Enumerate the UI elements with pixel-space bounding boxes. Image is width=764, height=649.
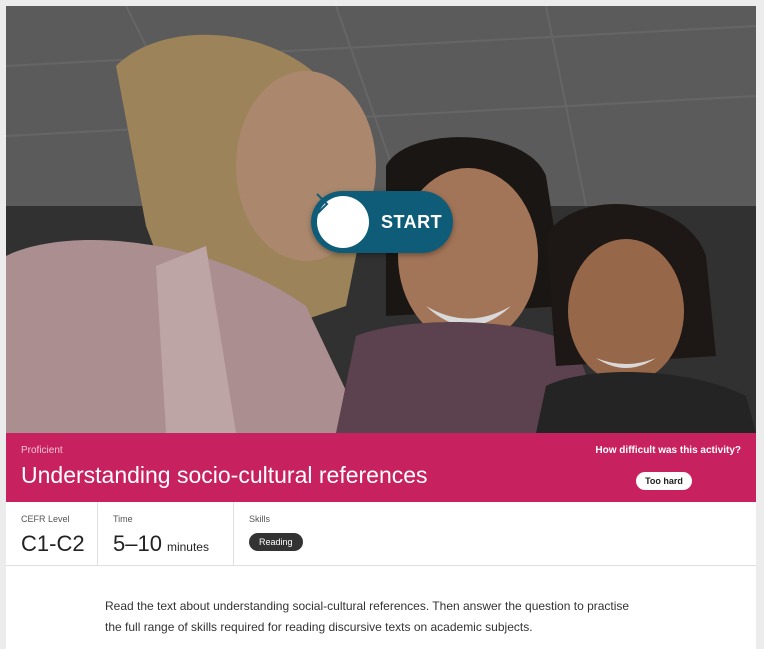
level-label: Proficient	[21, 445, 63, 456]
hero-image: START	[6, 6, 756, 433]
time-label: Time	[113, 514, 133, 524]
skills-label: Skills	[249, 514, 271, 524]
chevron-right-icon	[316, 193, 369, 248]
activity-description: Read the text about understanding social…	[105, 599, 630, 634]
cefr-level-label: CEFR Level	[21, 514, 70, 524]
activity-banner: Proficient Understanding socio-cultural …	[6, 433, 756, 502]
time-value-group: 5–10 minutes	[113, 531, 209, 557]
start-label: START	[381, 211, 443, 232]
time-value: 5–10	[113, 531, 162, 556]
skills-cell: Skills Reading	[234, 502, 755, 565]
cefr-level-value: C1-C2	[21, 531, 85, 556]
too-hard-button[interactable]: Too hard	[636, 472, 692, 490]
activity-card: START Proficient Understanding socio-cul…	[6, 6, 756, 649]
start-button[interactable]: START	[311, 191, 453, 253]
difficulty-question: How difficult was this activity?	[595, 445, 741, 456]
page-title: Understanding socio-cultural references	[21, 462, 428, 488]
time-unit: minutes	[166, 540, 209, 554]
skill-badge-reading: Reading	[249, 533, 303, 551]
time-cell: Time 5–10 minutes	[98, 502, 234, 565]
cefr-level-cell: CEFR Level C1-C2	[6, 502, 98, 565]
activity-info-row: CEFR Level C1-C2 Time 5–10 minutes Skills…	[6, 502, 756, 566]
